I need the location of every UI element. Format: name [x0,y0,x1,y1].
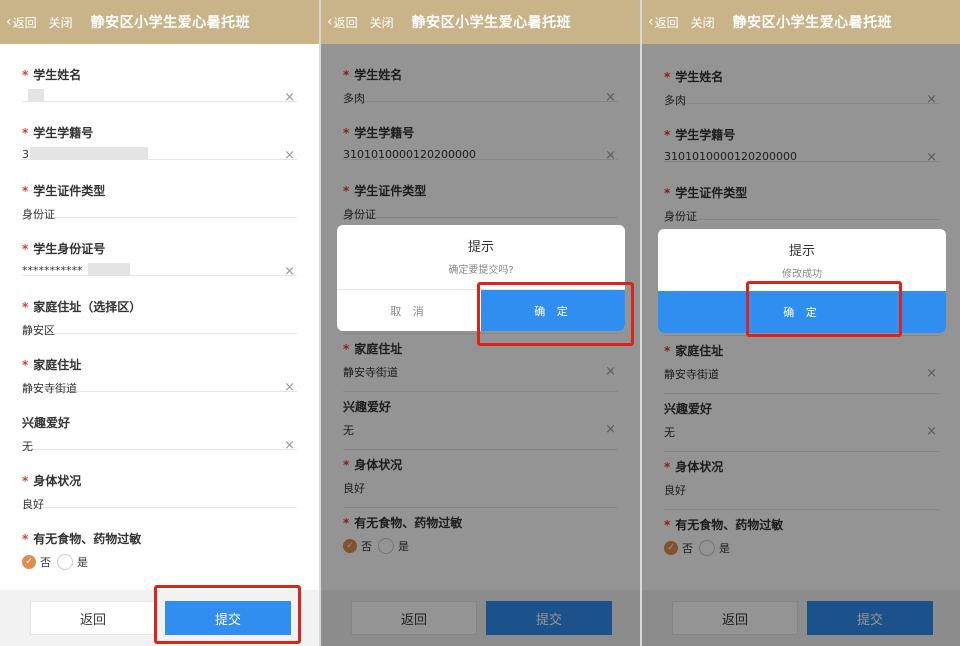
panel-success: ‹ 返回 关闭 静安区小学生爱心暑托班 * 学生姓名 多肉 × * 学生学籍号 310… [642,0,960,646]
chevron-left-icon: ‹ [6,14,12,30]
field-district: * 家庭住址（选择区） 静安区 [22,276,297,337]
back-link[interactable]: ‹ 返回 [327,14,358,31]
student-form: * 学生姓名 × * 学生学籍号 3 × * 学生证件类型 身份证 * 学生身份证号 *… [0,44,319,570]
back-link[interactable]: ‹ 返回 [648,14,679,31]
highlight-box [154,585,301,644]
close-link[interactable]: 关闭 [691,14,715,31]
close-link[interactable]: 关闭 [49,14,73,31]
app-header: ‹ 返回 关闭 静安区小学生爱心暑托班 [642,0,960,44]
field-allergy: * 有无食物、药物过敏 ✓ 否 是 [22,532,142,570]
chevron-left-icon: ‹ [327,14,333,30]
close-link[interactable]: 关闭 [370,14,394,31]
field-health: * 身体状况 良好 [22,450,297,511]
page-title: 静安区小学生爱心暑托班 [411,15,572,31]
radio-no-checked[interactable]: ✓ [22,555,36,569]
field-student-no: * 学生学籍号 3 × [22,102,297,163]
radio-yes[interactable] [57,554,73,570]
page-title: 静安区小学生爱心暑托班 [732,15,893,31]
field-student-name: * 学生姓名 × [22,44,297,105]
cancel-button[interactable]: 取 消 [337,290,481,331]
modal-overlay [642,44,960,646]
back-button[interactable]: 返回 [30,601,156,635]
field-id-type: * 学生证件类型 身份证 [22,160,297,221]
chevron-left-icon: ‹ [648,14,654,30]
page-title: 静安区小学生爱心暑托班 [90,15,251,31]
field-id-no: *学生身份证号 ***********9 × [22,218,297,279]
redaction-mask [30,147,148,160]
dialog-title: 提示 [467,240,494,255]
highlight-box [746,281,902,337]
app-header: ‹ 返回 关闭 静安区小学生爱心暑托班 [321,0,640,44]
highlight-box [477,282,634,346]
panel-form: ‹ 返回 关闭 静安区小学生爱心暑托班 * 学生姓名 × * 学生学籍号 3 × * 学… [0,0,319,646]
back-link[interactable]: ‹ 返回 [6,14,37,31]
redaction-mask [28,89,44,102]
allergy-radio-group: ✓ 否 是 [22,554,88,570]
dialog-title: 提示 [788,244,815,259]
panel-confirm: ‹ 返回 关闭 静安区小学生爱心暑托班 * 学生姓名 多肉 × * 学生学籍号 310… [321,0,640,646]
field-hobby: 兴趣爱好 无 × [22,392,297,453]
app-header: ‹ 返回 关闭 静安区小学生爱心暑托班 [0,0,319,44]
field-address: * 家庭住址 静安寺街道 × [22,334,297,395]
redaction-mask [88,263,130,276]
dialog-message: 确定要提交吗? [448,265,514,276]
dialog-message: 修改成功 [782,269,822,280]
